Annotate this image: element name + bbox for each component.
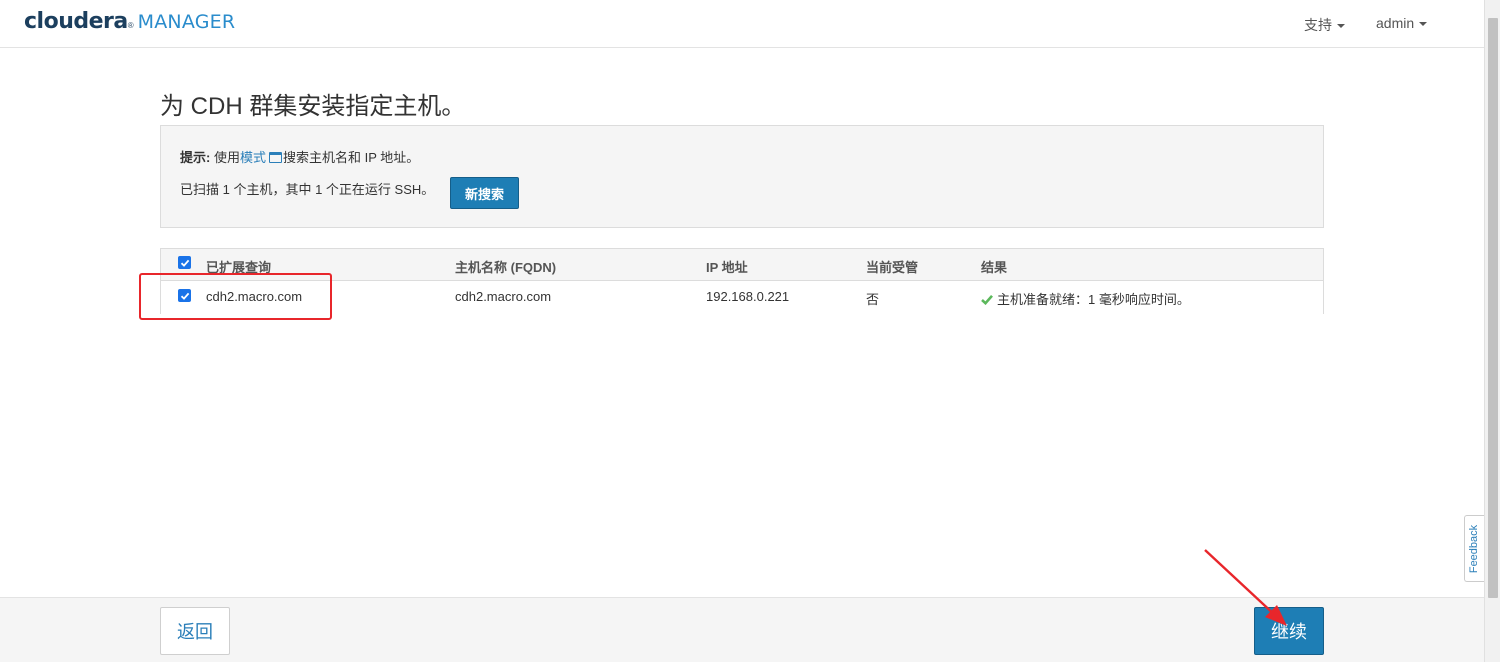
- logo-manager-text: MANAGER: [137, 11, 236, 33]
- new-search-button[interactable]: 新搜索: [450, 177, 519, 209]
- top-navbar: cloudera ® MANAGER 支持 admin: [0, 0, 1484, 48]
- annotation-highlight-box: [139, 273, 332, 320]
- hint-text: 提示: 使用模式 搜索主机名和 IP 地址。: [180, 147, 419, 166]
- table-row[interactable]: cdh2.macro.com cdh2.macro.com 192.168.0.…: [161, 281, 1323, 314]
- annotation-arrow-icon: [1204, 549, 1287, 626]
- cell-fqdn: cdh2.macro.com: [455, 289, 552, 304]
- pattern-link[interactable]: 模式: [240, 150, 266, 165]
- cell-result-text: 主机准备就绪：1 毫秒响应时间。: [997, 292, 1190, 307]
- table-header-row: 已扩展查询 主机名称 (FQDN) IP 地址 当前受管 结果: [161, 249, 1323, 281]
- window-icon[interactable]: [268, 152, 282, 163]
- hint-label: 提示:: [180, 150, 211, 165]
- search-info-panel: 提示: 使用模式 搜索主机名和 IP 地址。 已扫描 1 个主机，其中 1 个正在…: [160, 125, 1324, 228]
- column-header-managed: 当前受管: [866, 260, 919, 275]
- success-checkmark-icon: [981, 294, 993, 305]
- cloudera-manager-logo[interactable]: cloudera ® MANAGER: [24, 9, 235, 34]
- column-header-result: 结果: [981, 260, 1008, 275]
- support-menu[interactable]: 支持: [1304, 15, 1345, 35]
- logo-cloudera-text: cloudera: [24, 9, 128, 34]
- back-button[interactable]: 返回: [160, 607, 230, 655]
- user-menu-label: admin: [1376, 15, 1415, 31]
- checkmark-icon: [180, 259, 189, 267]
- feedback-label: Feedback: [1468, 524, 1481, 573]
- scrollbar-thumb[interactable]: [1488, 18, 1498, 598]
- cell-ip: 192.168.0.221: [706, 289, 790, 304]
- caret-down-icon: [1419, 22, 1428, 27]
- scan-status-text: 已扫描 1 个主机，其中 1 个正在运行 SSH。: [180, 182, 435, 197]
- cell-managed: 否: [866, 292, 880, 307]
- select-all-checkbox[interactable]: [178, 256, 191, 269]
- hint-suffix: 搜索主机名和 IP 地址。: [282, 150, 420, 165]
- caret-down-icon: [1337, 24, 1345, 29]
- hosts-table: 已扩展查询 主机名称 (FQDN) IP 地址 当前受管 结果 cdh2.mac…: [160, 248, 1324, 314]
- page-title: 为 CDH 群集安装指定主机。: [160, 93, 466, 120]
- vertical-scrollbar[interactable]: [1484, 0, 1500, 662]
- column-header-ip: IP 地址: [706, 260, 748, 275]
- logo-registered-mark: ®: [127, 21, 134, 30]
- user-menu[interactable]: admin: [1376, 15, 1428, 31]
- feedback-tab[interactable]: Feedback: [1464, 515, 1484, 582]
- support-menu-label: 支持: [1304, 17, 1332, 33]
- cell-result: 主机准备就绪：1 毫秒响应时间。: [981, 289, 1190, 308]
- column-header-fqdn: 主机名称 (FQDN): [455, 260, 557, 275]
- hint-prefix: 使用: [210, 150, 240, 165]
